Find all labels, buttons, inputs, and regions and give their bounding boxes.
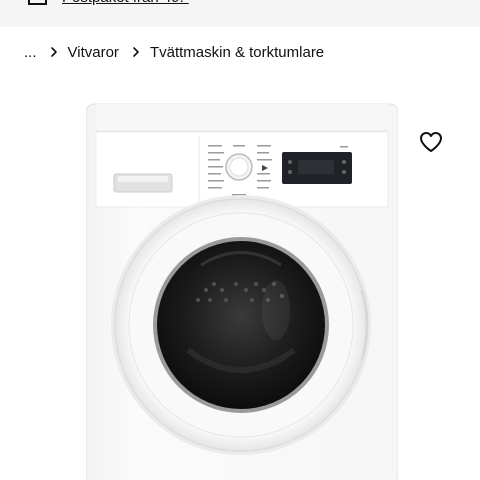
package-icon xyxy=(28,0,47,5)
delivery-text[interactable]: Postpaket från 49:- xyxy=(62,0,189,8)
breadcrumb-item-tvattmaskin[interactable]: Tvättmaskin & torktumlare xyxy=(150,44,324,61)
chevron-right-icon xyxy=(50,47,57,57)
breadcrumb: ... Vitvaror Tvättmaskin & torktumlare xyxy=(24,42,324,62)
chevron-right-icon xyxy=(133,47,139,57)
washing-machine-icon xyxy=(86,103,398,480)
breadcrumb-ellipsis[interactable]: ... xyxy=(24,44,37,61)
breadcrumb-item-vitvaror[interactable]: Vitvaror xyxy=(68,44,119,61)
delivery-banner[interactable]: Postpaket från 49:- xyxy=(0,0,480,27)
product-page: Postpaket från 49:- ... Vitvaror Tvättma… xyxy=(0,0,480,480)
heart-icon[interactable] xyxy=(418,129,444,155)
